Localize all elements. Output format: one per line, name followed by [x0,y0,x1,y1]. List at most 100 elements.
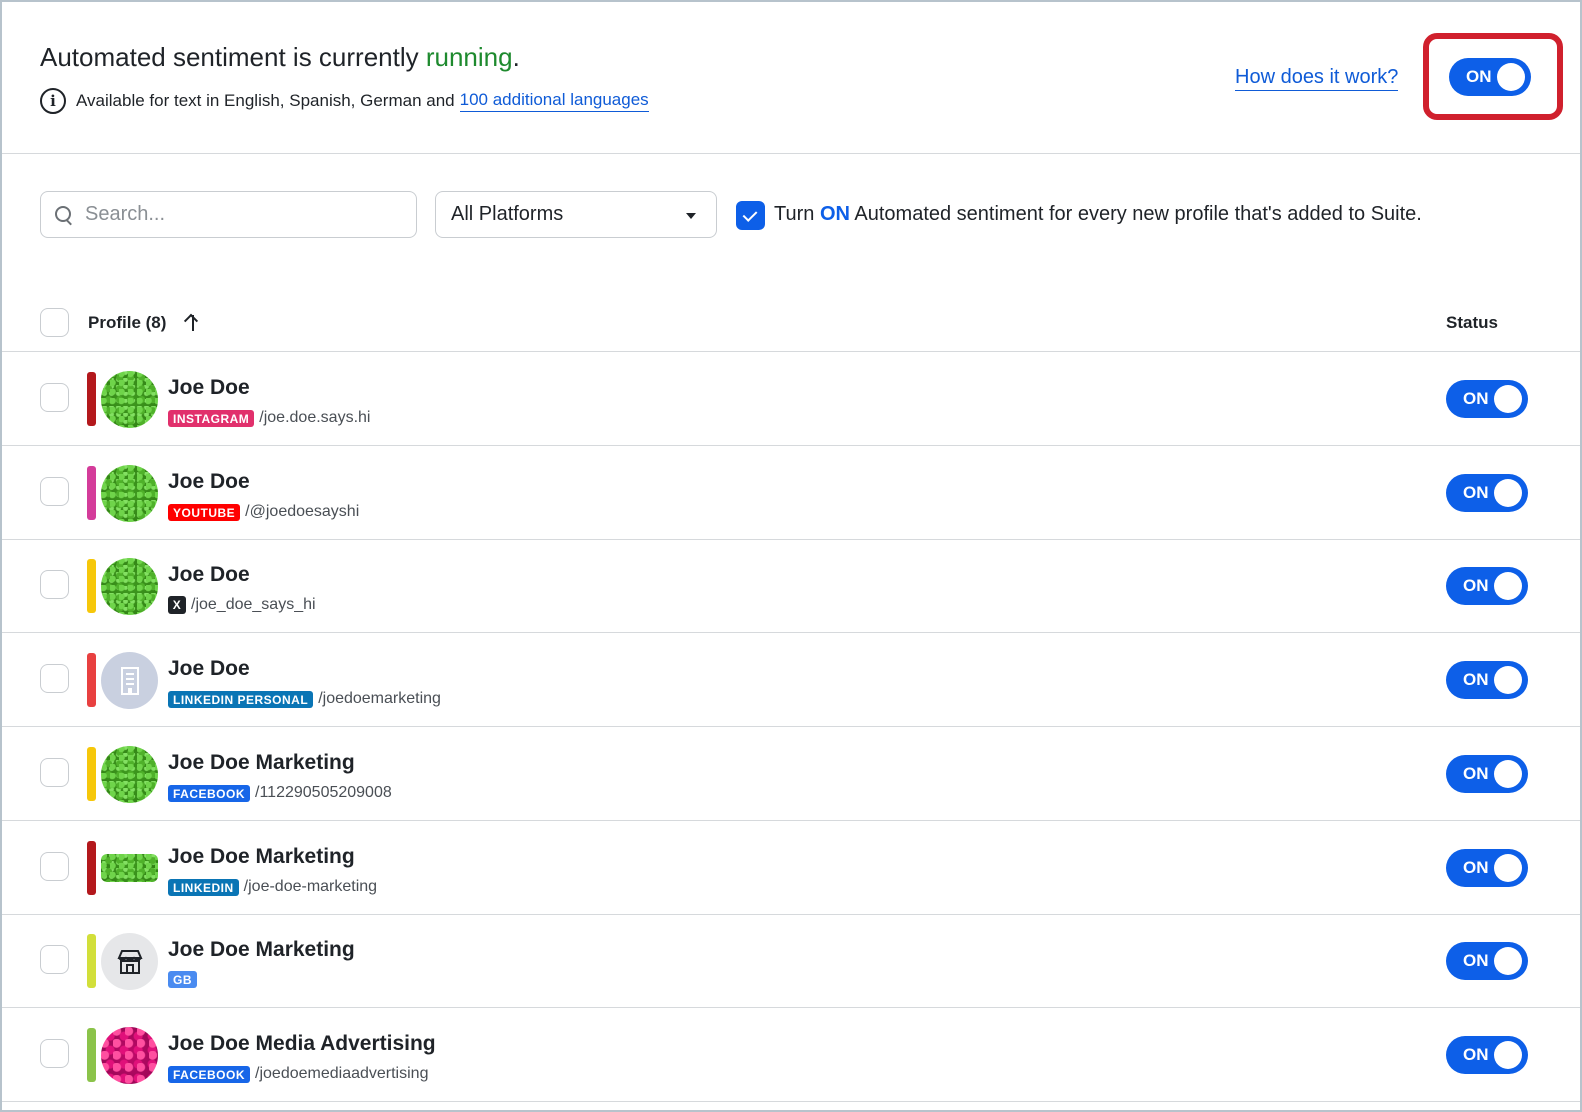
table-header: Profile (8) Status [2,292,1580,352]
toggle-label: ON [1463,389,1489,408]
profile-name: Joe Doe Marketing [168,845,355,868]
profile-name: Joe Doe [168,376,250,399]
profile-handle: /joe-doe-marketing [243,878,378,895]
profile-color-bar [87,559,96,613]
profile-handle: /joe.doe.says.hi [259,409,371,426]
status-toggle[interactable]: ON [1446,849,1528,887]
avatar [101,371,158,428]
profile-handle: /@joedoesayshi [245,503,360,520]
table-row: Joe Doe Marketing FACEBOOK/11229050520900… [2,727,1580,821]
profile-name: Joe Doe Marketing [168,938,355,961]
search-input[interactable] [85,203,395,226]
status-toggle[interactable]: ON [1446,474,1528,512]
select-all-checkbox[interactable] [40,308,69,337]
additional-languages-link[interactable]: 100 additional languages [459,90,649,112]
row-checkbox[interactable] [40,383,69,412]
store-icon [116,949,143,974]
status-column-header: Status [1446,313,1498,332]
platform-select[interactable]: All Platforms [435,191,717,238]
row-checkbox[interactable] [40,945,69,974]
toggle-knob [1497,63,1525,91]
sentiment-header: Automated sentiment is currently running… [2,2,1580,154]
toggle-label: ON [1463,576,1489,595]
platform-badge: INSTAGRAM [168,409,255,427]
platform-badge: X [168,596,186,614]
profile-handle: /joe_doe_says_hi [191,596,316,613]
profile-meta: YOUTUBE/@joedoesayshi [168,503,359,521]
title-suffix: . [512,42,520,72]
profile-meta: GB [168,971,197,988]
main-sentiment-toggle[interactable]: ON [1449,58,1531,96]
table-row: Joe Doe LINKEDIN PERSONAL/joedoemarketing… [2,633,1580,727]
platform-badge: FACEBOOK [168,784,251,802]
profile-meta: X/joe_doe_says_hi [168,596,316,614]
profile-name: Joe Doe Media Advertising [168,1032,436,1055]
profile-color-bar [87,466,96,520]
auto-enable-label: Turn ON Automated sentiment for every ne… [774,203,1422,226]
language-info-text: Available for text in English, Spanish, … [76,91,455,110]
row-checkbox[interactable] [40,1039,69,1068]
row-checkbox[interactable] [40,758,69,787]
search-box [40,191,417,238]
toggle-label: ON [1466,67,1492,86]
toggle-knob [1494,479,1522,507]
caret-down-icon [686,213,696,219]
table-row: Joe Doe Marketing GB ON [2,914,1580,1008]
table-row: Joe Doe X/joe_doe_says_hi ON [2,539,1580,633]
profile-color-bar [87,934,96,988]
profile-meta: LINKEDIN PERSONAL/joedoemarketing [168,690,441,708]
toggle-knob [1494,572,1522,600]
profile-column-header[interactable]: Profile (8) [88,313,166,333]
avatar [101,933,158,990]
status-toggle[interactable]: ON [1446,1036,1528,1074]
profile-color-bar [87,747,96,801]
status-toggle[interactable]: ON [1446,380,1528,418]
avatar [101,1027,158,1084]
profile-color-bar [87,372,96,426]
avatar [101,465,158,522]
table-row: Joe Doe YOUTUBE/@joedoesayshi ON [2,446,1580,540]
avatar [101,558,158,615]
sentiment-settings-panel: Automated sentiment is currently running… [0,0,1582,1112]
sentiment-status-title: Automated sentiment is currently running… [40,42,520,73]
row-checkbox[interactable] [40,477,69,506]
avatar [101,854,158,882]
status-toggle[interactable]: ON [1446,661,1528,699]
status-toggle[interactable]: ON [1446,755,1528,793]
row-checkbox[interactable] [40,852,69,881]
avatar [101,746,158,803]
profile-name: Joe Doe [168,470,250,493]
status-toggle[interactable]: ON [1446,567,1528,605]
status-toggle[interactable]: ON [1446,942,1528,980]
language-info: i Available for text in English, Spanish… [40,88,649,114]
info-icon: i [40,88,66,114]
profile-meta: FACEBOOK/112290505209008 [168,784,392,802]
profile-handle: /joedoemediaadvertising [255,1065,429,1082]
toggle-label: ON [1463,858,1489,877]
sort-ascending-icon[interactable] [185,312,201,332]
toggle-label: ON [1463,1045,1489,1064]
platform-badge: GB [168,971,197,988]
auto-text-post: Automated sentiment for every new profil… [849,203,1422,225]
profile-name: Joe Doe [168,563,250,586]
profile-color-bar [87,1028,96,1082]
profile-handle: /joedoemarketing [318,690,441,707]
table-row: Joe Doe INSTAGRAM/joe.doe.says.hi ON [2,352,1580,446]
row-checkbox[interactable] [40,570,69,599]
profile-meta: FACEBOOK/joedoemediaadvertising [168,1065,428,1083]
profile-handle: /112290505209008 [255,784,392,801]
platform-badge: YOUTUBE [168,503,241,521]
platform-select-value: All Platforms [451,203,564,225]
how-does-it-work-link[interactable]: How does it work? [1235,66,1399,91]
auto-text-on: ON [819,203,850,225]
title-prefix: Automated sentiment is currently [40,42,426,72]
running-status: running [425,42,513,72]
toggle-knob [1494,385,1522,413]
auto-enable-checkbox[interactable] [736,201,765,230]
profile-meta: LINKEDIN/joe-doe-marketing [168,878,377,896]
profile-meta: INSTAGRAM/joe.doe.says.hi [168,409,370,427]
toggle-label: ON [1463,951,1489,970]
row-checkbox[interactable] [40,664,69,693]
platform-badge: LINKEDIN PERSONAL [168,690,314,708]
table-row: Joe Doe Media Advertising FACEBOOK/joedoe… [2,1008,1580,1102]
